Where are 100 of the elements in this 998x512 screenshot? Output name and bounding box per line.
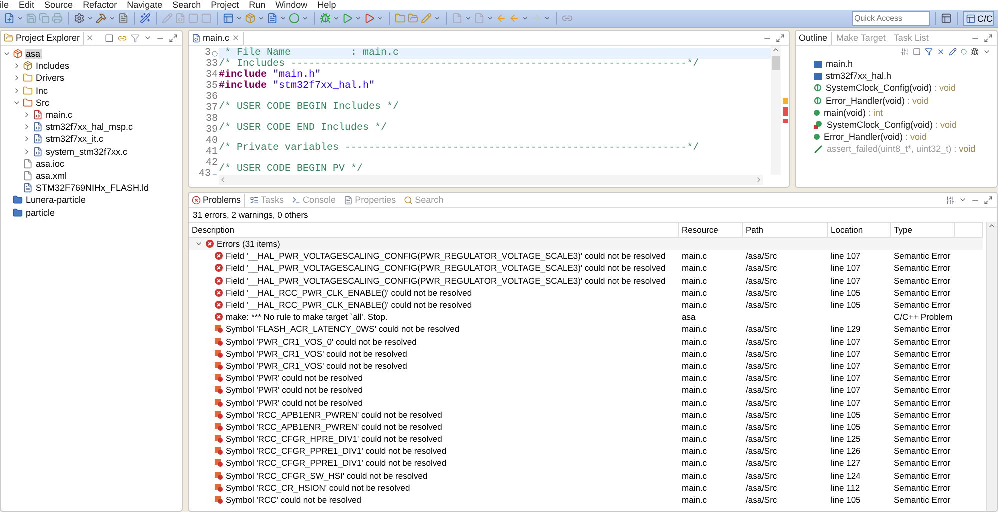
c-file-icon[interactable] xyxy=(33,122,43,132)
file-icon[interactable] xyxy=(23,158,33,169)
run-tool-icon[interactable] xyxy=(364,13,375,24)
menu-item[interactable]: Search xyxy=(172,0,202,10)
window-icon[interactable] xyxy=(223,13,234,24)
tree-item[interactable]: stm32f7xx_hal_msp.c xyxy=(45,122,134,132)
search-icon[interactable] xyxy=(404,196,414,204)
source-folder-icon[interactable] xyxy=(23,98,33,108)
dropdown-caret-icon[interactable] xyxy=(355,15,362,22)
scroll-right-icon[interactable] xyxy=(755,176,763,184)
folder-icon[interactable] xyxy=(23,73,33,84)
hide-nonpublic-icon[interactable] xyxy=(961,49,967,55)
horizontal-scrollbar[interactable] xyxy=(219,175,763,185)
outline-item[interactable]: SystemClock_Config(void) : void xyxy=(826,83,956,94)
scroll-up-icon[interactable] xyxy=(988,222,996,230)
problems-icon[interactable] xyxy=(192,196,201,204)
problem-description[interactable]: Symbol 'PWR' could not be resolved xyxy=(226,373,363,384)
library-icon[interactable] xyxy=(23,61,33,72)
editor-tab[interactable]: main.c xyxy=(189,32,244,44)
new-file-icon[interactable] xyxy=(4,13,15,24)
problem-description[interactable]: Symbol 'PWR' could not be resolved xyxy=(226,398,363,408)
play-icon[interactable] xyxy=(342,13,353,24)
tree-item[interactable]: STM32F769NIHx_FLASH.ld xyxy=(35,183,150,194)
tree-item[interactable]: Includes xyxy=(35,61,71,72)
dropdown-caret-icon[interactable] xyxy=(487,15,494,22)
problem-description[interactable]: Symbol 'PWR_CR1_VOS_0' could not be resolved xyxy=(226,336,417,347)
hammer-icon[interactable] xyxy=(96,13,107,24)
view-tab[interactable]: Outline xyxy=(796,32,832,44)
document-icon[interactable] xyxy=(118,13,129,24)
bug-icon[interactable] xyxy=(320,13,331,24)
sort-icon[interactable] xyxy=(901,48,909,56)
warning-marker[interactable] xyxy=(782,98,788,104)
closed-project-icon[interactable] xyxy=(13,208,23,218)
menu-item[interactable]: Source xyxy=(44,0,74,10)
close-icon[interactable] xyxy=(86,34,94,42)
expand-icon[interactable] xyxy=(23,148,31,156)
tree-item[interactable]: main.c xyxy=(45,110,74,120)
menu-item[interactable]: Edit xyxy=(19,0,35,10)
properties-icon[interactable] xyxy=(344,196,354,204)
hide-fields-icon[interactable] xyxy=(937,48,945,56)
menu-item[interactable]: ile xyxy=(0,0,10,10)
dropdown-caret-icon[interactable] xyxy=(434,15,441,22)
link-icon[interactable] xyxy=(118,34,127,42)
tree-item[interactable]: asa xyxy=(25,49,42,60)
problem-description[interactable]: Symbol 'RCC_CFGR_PPRE1_DIV1' could not be resolved xyxy=(226,446,447,456)
problem-description[interactable]: Symbol 'RCC_CR_HSION' could not be resolved xyxy=(226,482,410,493)
problem-description[interactable]: Field '__HAL_PWR_VOLTAGESCALING_CONFIG(PWR_REGULATOR_VOLTAGE_SCALE3)' could not be resolved xyxy=(226,251,666,262)
dropdown-caret-icon[interactable] xyxy=(522,15,529,22)
file-icon[interactable] xyxy=(23,170,33,181)
c-file-error-icon[interactable] xyxy=(33,110,43,120)
view-menu-icon[interactable] xyxy=(144,34,152,42)
dropdown-caret-icon[interactable] xyxy=(258,15,265,22)
expand-icon[interactable] xyxy=(23,135,31,144)
problem-description[interactable]: Field '__HAL_RCC_PWR_CLK_ENABLE()' could not be resolved xyxy=(226,300,472,310)
tree-item[interactable]: Inc xyxy=(35,86,50,96)
tree-item[interactable]: system_stm32f7xx.c xyxy=(45,146,129,157)
view-menu-icon[interactable] xyxy=(983,48,991,56)
c-file-icon[interactable] xyxy=(33,146,43,157)
dropdown-caret-icon[interactable] xyxy=(280,15,287,22)
menu-item[interactable]: Run xyxy=(249,0,266,10)
tree-item[interactable]: Src xyxy=(35,98,50,108)
outline-item[interactable]: stm32f7xx_hal.h xyxy=(826,71,892,82)
c-file-icon[interactable] xyxy=(33,134,43,144)
group-row[interactable]: Errors (31 items) xyxy=(189,238,983,250)
closed-project-icon[interactable] xyxy=(13,195,23,206)
expand-icon[interactable] xyxy=(23,111,31,120)
column-header[interactable]: Description xyxy=(189,222,679,238)
dropdown-caret-icon[interactable] xyxy=(544,15,551,22)
dropdown-caret-icon[interactable] xyxy=(17,15,24,22)
configure-icon[interactable] xyxy=(946,196,955,204)
view-menu-icon[interactable] xyxy=(959,196,967,204)
wand-icon[interactable] xyxy=(140,13,151,24)
folder-icon[interactable] xyxy=(4,33,14,43)
expand-icon[interactable] xyxy=(13,86,21,95)
fold-expand-icon[interactable] xyxy=(212,50,218,56)
document-icon[interactable] xyxy=(267,13,278,24)
maximize-icon[interactable] xyxy=(169,34,178,42)
collapse-all-icon[interactable] xyxy=(105,34,114,42)
problem-description[interactable]: make: *** No rule to make target `all'. Stop. xyxy=(226,312,388,322)
dropdown-caret-icon[interactable] xyxy=(87,15,94,22)
scroll-up-icon[interactable] xyxy=(772,46,780,54)
scrollbar[interactable] xyxy=(771,46,781,175)
hide-static-icon[interactable] xyxy=(949,48,957,56)
outline-item[interactable]: SystemClock_Config(void) : void xyxy=(827,120,958,130)
tree-item[interactable]: Lunera-particle xyxy=(25,195,88,206)
filter-icon[interactable] xyxy=(131,34,140,42)
error-marker[interactable] xyxy=(782,119,788,123)
c-file-icon[interactable] xyxy=(192,34,201,42)
scroll-thumb[interactable] xyxy=(772,56,780,70)
outline-item[interactable]: Error_Handler(void) : void xyxy=(826,96,930,106)
dropdown-caret-icon[interactable] xyxy=(377,15,384,22)
problem-description[interactable]: Symbol 'RCC_APB1ENR_PWREN' could not be resolved xyxy=(226,410,442,420)
problem-description[interactable]: Field '__HAL_PWR_VOLTAGESCALING_CONFIG(PWR_REGULATOR_VOLTAGE_SCALE3)' could not be resolved xyxy=(226,276,666,286)
scrollbar[interactable] xyxy=(986,222,997,511)
dropdown-caret-icon[interactable] xyxy=(236,15,243,22)
menu-item[interactable]: Project xyxy=(211,0,240,10)
problem-description[interactable]: Field '__HAL_RCC_PWR_CLK_ENABLE()' could not be resolved xyxy=(226,288,472,298)
filter-icon[interactable] xyxy=(925,48,933,56)
problem-description[interactable]: Symbol 'RCC_CFGR_PPRE1_DIV1' could not be resolved xyxy=(226,458,447,468)
linker-file-icon[interactable] xyxy=(23,183,33,194)
